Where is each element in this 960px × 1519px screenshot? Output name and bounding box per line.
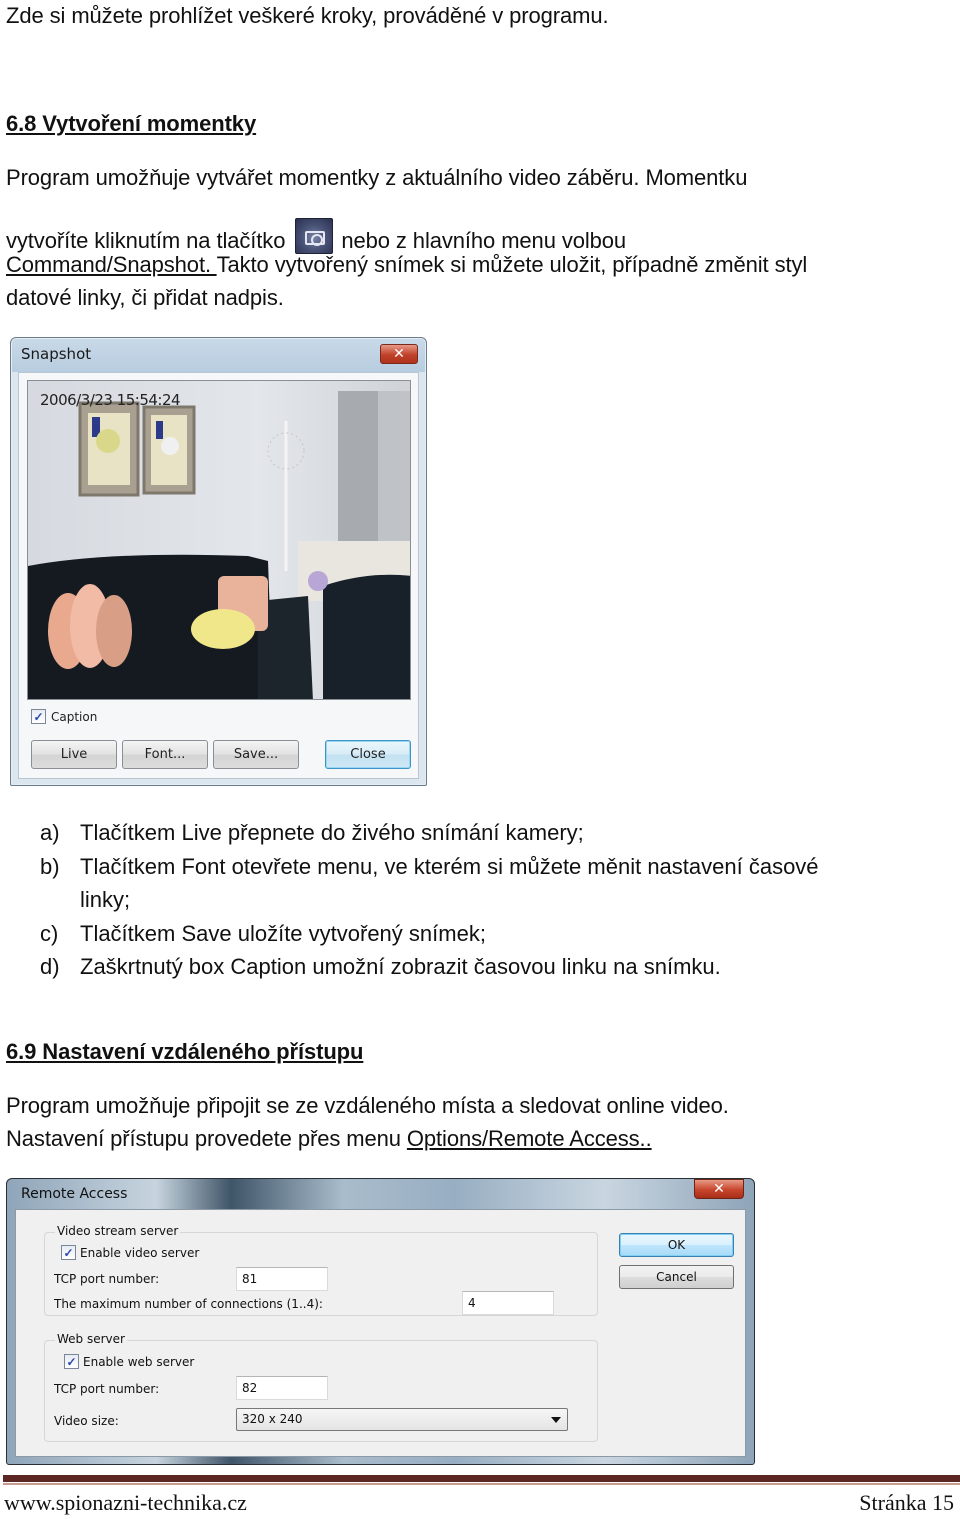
close-button[interactable]: Close (325, 740, 411, 769)
snapshot-camera-icon (295, 218, 334, 254)
snapshot-window: Snapshot ✕ 2006/3/23 15:54:24 ✓ Caption … (10, 337, 427, 786)
caption-checkbox-label: Caption (51, 709, 98, 724)
list-text: Tlačítkem Save uložíte vytvořený snímek; (80, 920, 486, 946)
cancel-button[interactable]: Cancel (619, 1265, 734, 1289)
window-title: Remote Access (21, 1186, 128, 1202)
list-item: b) Tlačítkem Font otevřete menu, ve které… (40, 850, 819, 884)
menu-path-options-remote-access: Options/Remote Access.. (406, 1126, 652, 1151)
video-size-value: 320 x 240 (242, 1412, 303, 1426)
video-size-select[interactable]: 320 x 240 (236, 1408, 568, 1431)
dropdown-arrow-icon[interactable] (551, 1417, 561, 1423)
window-title: Snapshot (21, 345, 92, 363)
footer-divider-accent (3, 1483, 960, 1485)
tcp-port-label: TCP port number: (54, 1382, 160, 1396)
remote-access-window: Remote Access ✕ Video stream server ✓ En… (6, 1178, 755, 1465)
list-text: Tlačítkem Font otevřete menu, ve kterém … (80, 853, 819, 879)
paragraph-line: datové linky, či přidat nadpis. (6, 285, 284, 310)
close-icon[interactable]: ✕ (380, 344, 418, 364)
paragraph-line: Command/Snapshot. Takto vytvořený snímek… (6, 252, 807, 278)
list-text: Tlačítkem Live přepnete do živého snímán… (80, 820, 584, 845)
list-item: a) Tlačítkem Live přepnete do živého sním… (40, 816, 819, 850)
footer-divider (3, 1475, 960, 1482)
footer-page-number: Stránka 15 (859, 1490, 954, 1515)
list-text: Zaškrtnutý box Caption umožní zobrazit č… (80, 954, 721, 979)
list-item: c) Tlačítkem Save uložíte vytvořený sníme… (40, 917, 819, 951)
save-button[interactable]: Save... (213, 740, 299, 769)
close-icon[interactable]: ✕ (694, 1179, 744, 1199)
tcp-port-label: TCP port number: (54, 1272, 160, 1286)
group-legend: Video stream server (55, 1224, 181, 1238)
list-marker: b) (40, 853, 60, 879)
max-connections-label: The maximum number of connections (1..4)… (54, 1297, 323, 1311)
group-legend: Web server (55, 1332, 127, 1346)
paragraph-text: Nastavení přístupu provedete přes menu (6, 1126, 407, 1151)
footer-website: www.spionazni-technika.cz (4, 1490, 247, 1515)
snapshot-client-area: 2006/3/23 15:54:24 ✓ Caption Live Font..… (18, 372, 419, 779)
enable-web-server-checkbox[interactable]: ✓ (64, 1354, 79, 1369)
max-connections-input[interactable]: 4 (462, 1291, 554, 1315)
caption-checkbox-row[interactable]: ✓ Caption (31, 709, 97, 724)
paragraph-line: Nastavení přístupu provedete přes menu O… (6, 1126, 652, 1152)
ok-button[interactable]: OK (619, 1233, 734, 1257)
paragraph-line: Program umožňuje vytvářet momentky z akt… (6, 165, 748, 190)
menu-path-command-snapshot: Command/Snapshot. (6, 252, 217, 277)
timestamp-overlay: 2006/3/23 15:54:24 (40, 391, 181, 409)
snapshot-image: 2006/3/23 15:54:24 (27, 380, 411, 700)
list-text: linky; (80, 887, 131, 912)
feature-list: a) Tlačítkem Live přepnete do živého sním… (40, 816, 819, 984)
list-item-continuation: linky; (40, 883, 819, 917)
paragraph-text: nebo z hlavního menu volbou (341, 228, 627, 253)
live-button[interactable]: Live (31, 740, 117, 769)
video-size-label: Video size: (54, 1414, 119, 1428)
web-tcp-port-input[interactable]: 82 (236, 1376, 328, 1400)
enable-web-server-label: Enable web server (83, 1355, 195, 1369)
font-button[interactable]: Font... (122, 740, 208, 769)
enable-video-server-checkbox[interactable]: ✓ (61, 1245, 76, 1260)
paragraph-text: Takto vytvořený snímek si můžete uložit,… (216, 252, 808, 277)
list-marker: d) (40, 954, 60, 979)
paragraph-text: vytvoříte kliknutím na tlačítko (6, 228, 286, 253)
section-heading-snapshot: 6.8 Vytvoření momentky (6, 111, 257, 136)
caption-checkbox[interactable]: ✓ (31, 709, 46, 724)
video-tcp-port-input[interactable]: 81 (236, 1267, 328, 1291)
intro-text: Zde si můžete prohlížet veškeré kroky, p… (6, 3, 609, 28)
list-marker (40, 883, 80, 917)
enable-video-server-label: Enable video server (80, 1246, 200, 1260)
paragraph-line-with-icon: vytvoříte kliknutím na tlačítko nebo z hl… (6, 218, 626, 254)
list-marker: c) (40, 920, 59, 946)
section-heading-remote-access: 6.9 Nastavení vzdáleného přístupu (6, 1039, 364, 1064)
list-marker: a) (40, 820, 60, 845)
paragraph-line: Program umožňuje připojit se ze vzdálené… (6, 1093, 729, 1118)
list-item: d) Zaškrtnutý box Caption umožní zobrazit… (40, 950, 819, 984)
living-room-photo (28, 381, 410, 699)
remote-access-client-area: Video stream server ✓ Enable video serve… (15, 1209, 746, 1457)
